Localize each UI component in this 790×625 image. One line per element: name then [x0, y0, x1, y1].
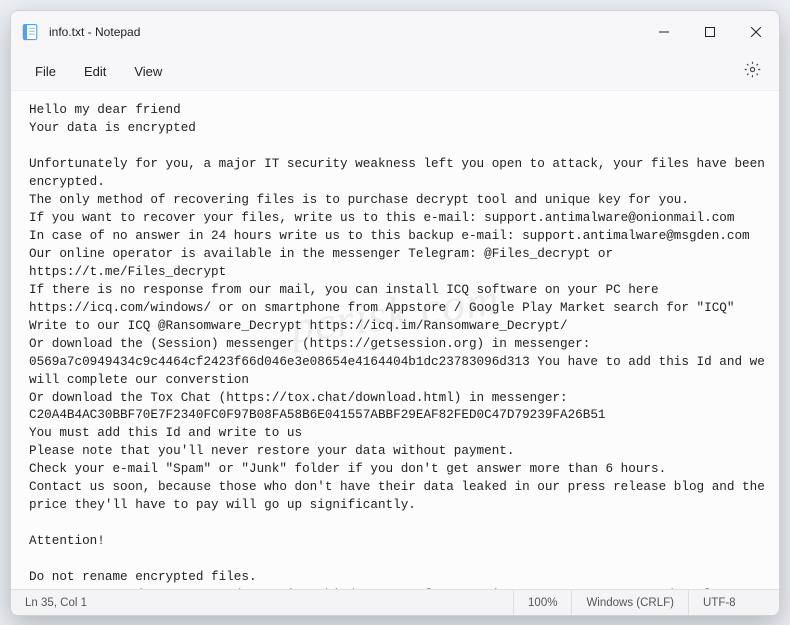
- status-zoom: 100%: [514, 597, 571, 609]
- statusbar: Ln 35, Col 1 100% Windows (CRLF) UTF-8: [11, 589, 779, 615]
- menubar: File Edit View: [11, 53, 779, 91]
- status-position: Ln 35, Col 1: [11, 597, 101, 609]
- notepad-icon: [21, 23, 39, 41]
- settings-button[interactable]: [737, 57, 767, 87]
- status-line-ending: Windows (CRLF): [572, 597, 688, 609]
- minimize-button[interactable]: [641, 11, 687, 53]
- window-title: info.txt - Notepad: [49, 25, 140, 39]
- close-button[interactable]: [733, 11, 779, 53]
- menu-file[interactable]: File: [23, 60, 68, 83]
- window-controls: [641, 11, 779, 53]
- notepad-window: info.txt - Notepad File Edit View: [10, 10, 780, 616]
- text-area[interactable]: Hello my dear friend Your data is encryp…: [11, 91, 779, 589]
- maximize-button[interactable]: [687, 11, 733, 53]
- titlebar[interactable]: info.txt - Notepad: [11, 11, 779, 53]
- title-left: info.txt - Notepad: [21, 23, 140, 41]
- gear-icon: [744, 61, 761, 83]
- status-encoding: UTF-8: [689, 597, 779, 609]
- menu-edit[interactable]: Edit: [72, 60, 118, 83]
- menu-view[interactable]: View: [122, 60, 174, 83]
